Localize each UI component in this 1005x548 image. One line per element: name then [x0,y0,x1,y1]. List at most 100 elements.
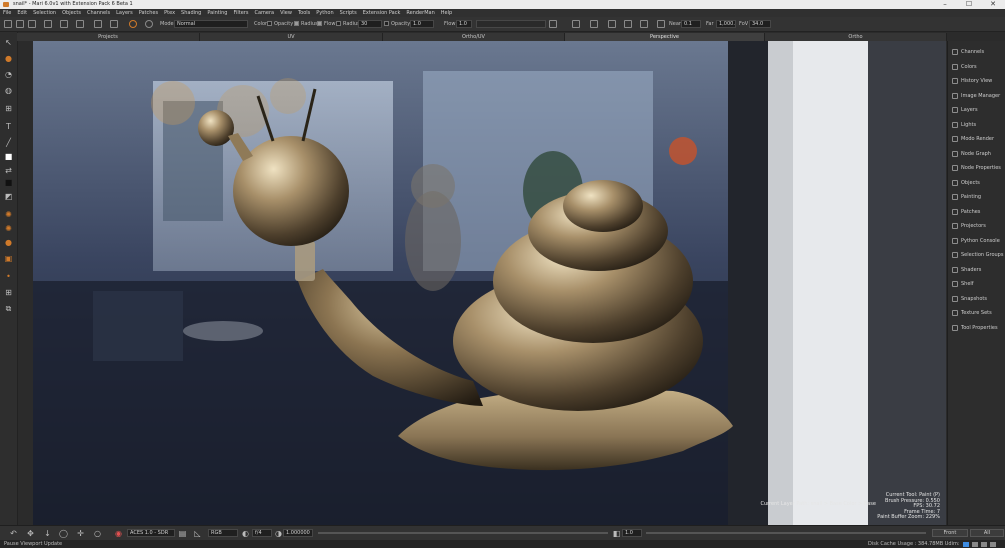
zoom-icon[interactable]: ○ [93,529,102,538]
undo-icon[interactable]: ↶ [9,529,18,538]
palette-image-manager[interactable]: Image Manager [950,91,1005,101]
palette-selection-groups[interactable]: Selection Groups [950,250,1005,260]
palette-shaders[interactable]: Shaders [950,265,1005,275]
palette-objects[interactable]: Objects [950,178,1005,188]
down-arrow-icon[interactable]: ↓ [43,529,52,538]
brush-icon[interactable] [145,20,153,28]
radius-lock-checkbox[interactable] [336,21,341,26]
menu-file[interactable]: File [0,9,14,17]
palette-snapshots[interactable]: Snapshots [950,294,1005,304]
palette-history-view[interactable]: History View [950,76,1005,86]
gamma-icon[interactable]: ◑ [274,529,283,538]
tab-uv[interactable]: UV [200,33,383,41]
palette-tool-properties[interactable]: Tool Properties [950,323,1005,333]
palette-lights[interactable]: Lights [950,120,1005,130]
pan-icon[interactable]: ✛ [76,529,85,538]
menu-ptex[interactable]: Ptex [161,9,178,17]
menu-help[interactable]: Help [438,9,455,17]
camera-icon[interactable] [572,20,580,28]
near-field[interactable]: 0.1 [681,20,701,28]
grid-icon[interactable] [590,20,598,28]
palette-python-console[interactable]: Python Console [950,236,1005,246]
brush-preset-field[interactable] [476,20,546,28]
menu-patches[interactable]: Patches [136,9,161,17]
exposure-icon[interactable]: ◺ [193,529,202,538]
colorspace-dropdown[interactable]: ACES 1.0 - SDR [127,529,175,537]
settings-gear-icon[interactable] [110,20,118,28]
tab-ortho[interactable]: Ortho [765,33,947,41]
new-project-icon[interactable] [4,20,12,28]
snapshot-icon[interactable] [624,20,632,28]
camera-clip-icon[interactable] [657,20,665,28]
menu-python[interactable]: Python [313,9,336,17]
menu-extension-pack[interactable]: Extension Pack [360,9,404,17]
menu-selection[interactable]: Selection [30,9,59,17]
menu-layers[interactable]: Layers [113,9,136,17]
menu-objects[interactable]: Objects [59,9,84,17]
gain-slider[interactable] [646,532,926,534]
perspective-viewport[interactable]: Current Layer Path: snail > Base Color >… [33,41,946,525]
flow-field[interactable]: 1.0 [456,20,472,28]
transform-tool-icon[interactable]: ⊞ [4,104,13,113]
tab-projects[interactable]: Projects [17,33,200,41]
paint-tool-icon[interactable] [129,20,137,28]
menu-scripts[interactable]: Scripts [337,9,360,17]
menu-channels[interactable]: Channels [84,9,113,17]
gamma-slider[interactable] [318,532,608,534]
flow-checkbox[interactable] [317,21,322,26]
text-tool-icon[interactable]: T [4,122,13,131]
swap-colors-icon[interactable]: ⇄ [4,166,13,175]
layer-icon[interactable] [60,20,68,28]
clone-stamp-icon[interactable]: ◍ [4,86,13,95]
color-management-icon[interactable]: ◉ [114,529,123,538]
palette-modo-render[interactable]: Modo Render [950,134,1005,144]
paint-through-icon[interactable]: ✺ [4,210,13,219]
far-field[interactable]: 1,000.0 [716,20,736,28]
menu-filters[interactable]: Filters [230,9,251,17]
palette-patches[interactable]: Patches [950,207,1005,217]
default-colors-icon[interactable]: ◩ [4,192,13,201]
rotate-icon[interactable]: ◯ [59,529,68,538]
paint-sphere-icon[interactable]: ● [4,238,13,247]
palette-texture-sets[interactable]: Texture Sets [950,308,1005,318]
palette-channels[interactable]: Channels [950,47,1005,57]
gamma-field[interactable]: 1.000000 [283,529,313,537]
menu-shading[interactable]: Shading [178,9,204,17]
active-brush-icon[interactable]: ▣ [4,254,13,263]
opacity-field[interactable]: 1.0 [410,20,434,28]
point-icon[interactable]: • [4,272,13,281]
transform-icon[interactable] [94,20,102,28]
radius-checkbox[interactable] [294,21,299,26]
menu-painting[interactable]: Painting [204,9,230,17]
paint-brush-icon[interactable]: ● [4,54,13,63]
brush-preview-icon[interactable] [549,20,557,28]
palette-layers[interactable]: Layers [950,105,1005,115]
palette-painting[interactable]: Painting [950,192,1005,202]
maximize-button[interactable]: ☐ [957,0,981,9]
tab-ortho-uv[interactable]: Ortho/UV [383,33,565,41]
menu-edit[interactable]: Edit [14,9,30,17]
background-color-swatch[interactable]: ■ [4,178,13,187]
minimize-button[interactable]: – [933,0,957,9]
slow-stroke-icon[interactable]: ✺ [4,224,13,233]
line-tool-icon[interactable]: ╱ [4,138,13,147]
channel-dropdown[interactable]: RGB [208,529,238,537]
object-select-icon[interactable]: ⧉ [4,304,13,313]
fstop-icon[interactable]: ◐ [241,529,250,538]
mode-dropdown[interactable]: Normal [174,20,248,28]
menu-tools[interactable]: Tools [295,9,313,17]
patch-select-icon[interactable]: ⊞ [4,288,13,297]
front-button[interactable]: Front [932,529,968,537]
menu-renderman[interactable]: RenderMan [403,9,437,17]
palette-node-graph[interactable]: Node Graph [950,149,1005,159]
close-button[interactable]: ✕ [981,0,1005,9]
wireframe-icon[interactable] [608,20,616,28]
shelf-icon[interactable] [76,20,84,28]
select-arrow-icon[interactable]: ↖ [4,38,13,47]
gain-icon[interactable]: ◧ [612,529,621,538]
radius-field[interactable]: 30 [358,20,382,28]
palette-shelf[interactable]: Shelf [950,279,1005,289]
move-icon[interactable]: ✥ [26,529,35,538]
menu-view[interactable]: View [277,9,295,17]
menu-camera[interactable]: Camera [251,9,277,17]
